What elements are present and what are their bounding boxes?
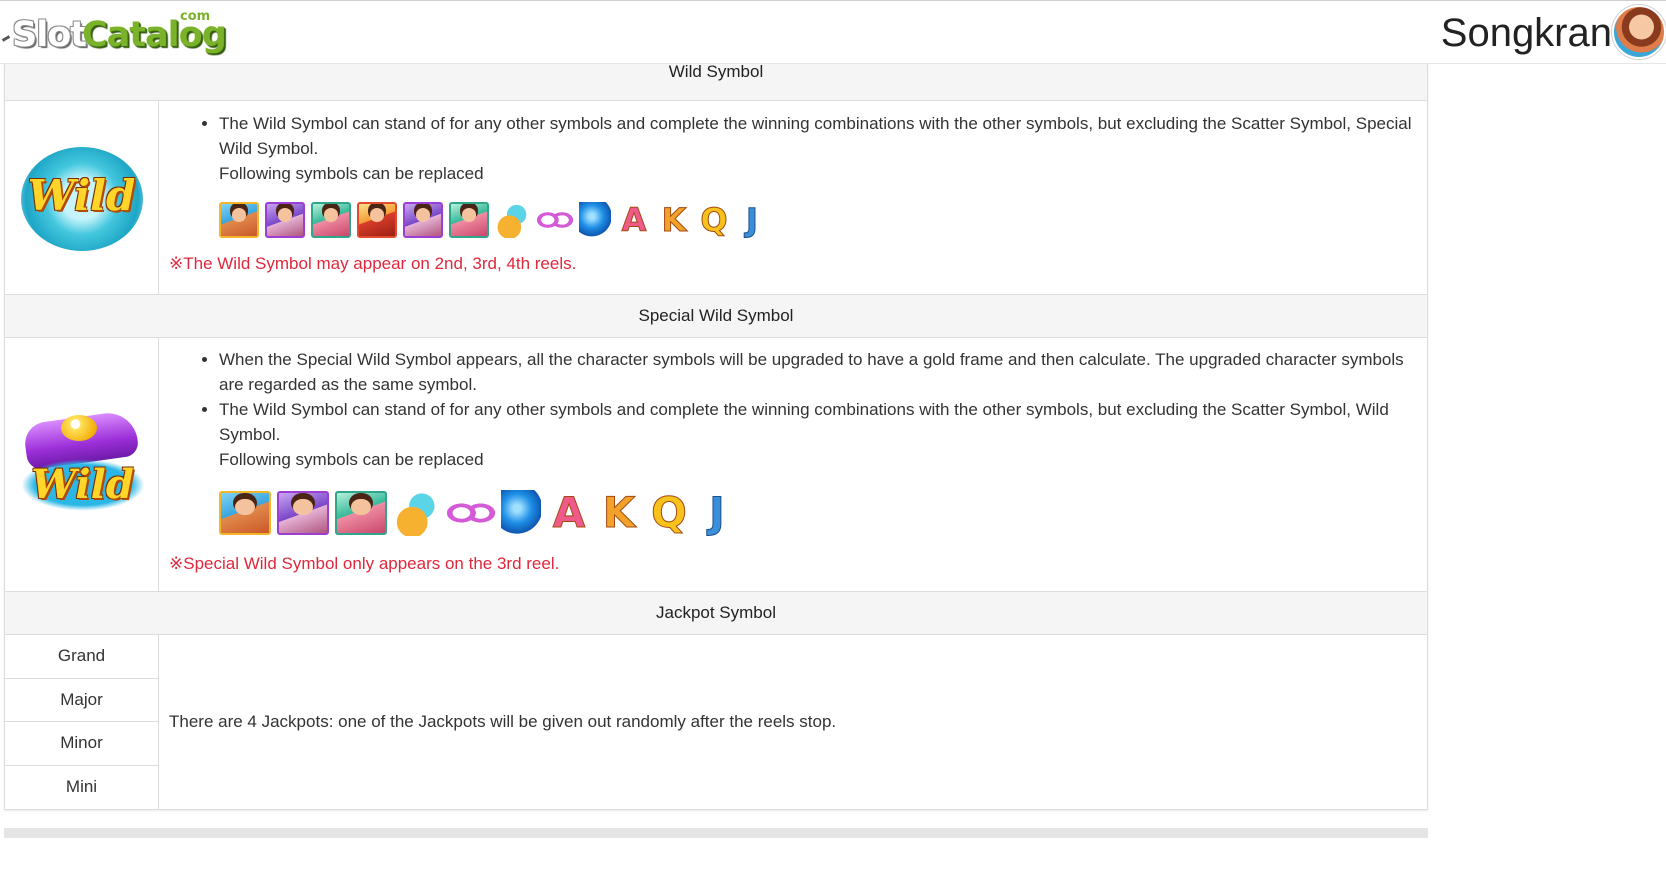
letter-q-icon: Q — [651, 488, 688, 537]
water-bucket-icon — [495, 202, 531, 238]
special-wild-bullet-item: When the Special Wild Symbol appears, al… — [219, 347, 1427, 397]
game-avatar-icon — [1612, 5, 1666, 59]
goggles-icon — [447, 491, 495, 535]
wild-replaceable-icons: A K Q J — [219, 200, 1427, 240]
wild-badge-text: Wild — [27, 170, 136, 220]
special-wild-reel-note: ※Special Wild Symbol only appears on the… — [169, 554, 560, 573]
paytable: Wild Symbol Wild The Wild Symbol can sta… — [4, 62, 1428, 810]
jackpot-level-mini: Mini — [65, 777, 98, 797]
jackpot-level-grand: Grand — [5, 635, 158, 679]
letter-a-icon: A — [621, 201, 647, 239]
special-wild-bullet-item: The Wild Symbol can stand of for any oth… — [219, 397, 1427, 472]
wild-bullet-item: The Wild Symbol can stand of for any oth… — [219, 111, 1427, 186]
water-balloon-icon — [501, 490, 541, 536]
section-heading-wild-text: Wild Symbol — [668, 62, 764, 81]
wild-reel-note: ※The Wild Symbol may appear on 2nd, 3rd,… — [169, 254, 577, 273]
letter-j-icon: J — [709, 488, 726, 537]
character-3-icon — [335, 491, 387, 535]
section-heading-jackpot: Jackpot Symbol — [5, 592, 1427, 635]
section-heading-jackpot-text: Jackpot Symbol — [656, 603, 776, 622]
goggles-icon — [537, 202, 573, 238]
top-bar: Slot Catalog com Songkran — [0, 0, 1666, 64]
special-wild-replace-label: Following symbols can be replaced — [219, 450, 484, 469]
logo-text-com: com — [180, 9, 211, 24]
special-wild-symbol-icon: Wild — [17, 408, 147, 515]
wild-replace-label: Following symbols can be replaced — [219, 164, 484, 183]
special-wild-bullet-text-1: When the Special Wild Symbol appears, al… — [219, 350, 1404, 394]
letter-k-icon: K — [602, 488, 636, 537]
section-heading-special-wild-text: Special Wild Symbol — [638, 306, 794, 325]
water-bucket-icon — [393, 490, 441, 536]
wild-symbol-icon: Wild — [19, 143, 145, 253]
character-6-icon — [449, 202, 489, 238]
character-2-icon — [277, 491, 329, 535]
character-1-icon — [219, 491, 271, 535]
jackpot-levels-cell: Grand Major Minor Mini — [5, 635, 159, 809]
special-wild-symbol-cell: Wild — [5, 338, 159, 591]
jackpot-row: Grand Major Minor Mini There are 4 Jackp… — [5, 635, 1427, 809]
letter-k-icon: K — [661, 201, 687, 239]
character-2-icon — [265, 202, 305, 238]
special-wild-badge-text: Wild — [20, 458, 145, 511]
special-wild-description-cell: When the Special Wild Symbol appears, al… — [159, 338, 1427, 591]
logo-text-slot: Slot — [12, 15, 87, 55]
wild-symbol-cell: Wild — [5, 101, 159, 294]
wild-bullets: The Wild Symbol can stand of for any oth… — [169, 111, 1427, 186]
character-1-icon — [219, 202, 259, 238]
section-heading-wild: Wild Symbol — [5, 62, 1427, 101]
jackpot-level-minor: Minor — [5, 722, 158, 766]
wild-description-cell: The Wild Symbol can stand of for any oth… — [159, 101, 1427, 294]
section-heading-special-wild: Special Wild Symbol — [5, 295, 1427, 338]
special-wild-bullet-text-2: The Wild Symbol can stand of for any oth… — [219, 400, 1389, 444]
slotcatalog-logo[interactable]: Slot Catalog com — [1, 7, 227, 59]
character-4-icon — [357, 202, 397, 238]
water-gun-tank — [60, 414, 97, 441]
wild-bullet-text: The Wild Symbol can stand of for any oth… — [219, 114, 1412, 158]
letter-q-icon: Q — [700, 201, 728, 239]
wild-symbol-row: Wild The Wild Symbol can stand of for an… — [5, 101, 1427, 295]
letter-a-icon: A — [552, 488, 586, 537]
character-3-icon — [311, 202, 351, 238]
special-wild-symbol-row: Wild When the Special Wild Symbol appear… — [5, 338, 1427, 592]
logo-tick — [1, 35, 11, 42]
water-balloon-icon — [579, 202, 611, 238]
letter-j-icon: J — [746, 201, 759, 239]
special-wild-replaceable-icons: A K Q J — [219, 488, 1427, 538]
jackpot-description-text: There are 4 Jackpots: one of the Jackpot… — [169, 712, 837, 731]
jackpot-level-major: Major — [5, 679, 158, 722]
horizontal-scrollbar[interactable] — [4, 828, 1428, 838]
jackpot-description-cell: There are 4 Jackpots: one of the Jackpot… — [159, 635, 1427, 809]
game-title: Songkran — [1440, 11, 1612, 55]
character-5-icon — [403, 202, 443, 238]
special-wild-bullets: When the Special Wild Symbol appears, al… — [169, 347, 1427, 472]
